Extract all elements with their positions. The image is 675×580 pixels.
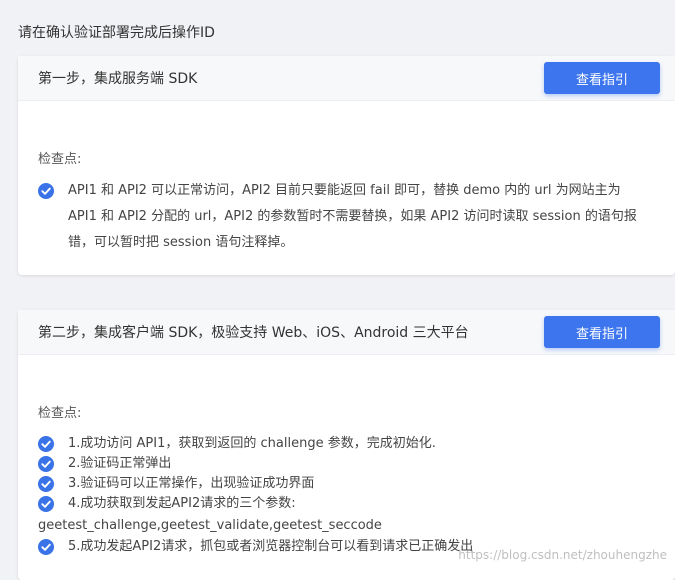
list-item: 1.成功访问 API1，获取到返回的 challenge 参数，完成初始化. [38, 434, 655, 454]
step-2-guide-button[interactable]: 查看指引 [544, 316, 660, 348]
step-2-check-label: 检查点: [38, 406, 82, 421]
list-item: 4.成功获取到发起API2请求的三个参数: geetest_challenge,… [38, 494, 655, 537]
check-item-text: 4.成功获取到发起API2请求的三个参数: geetest_challenge,… [38, 493, 382, 537]
check-item-text: 3.验证码可以正常操作，出现验证成功界面 [68, 476, 315, 491]
step-2-body: 检查点: 1.成功访问 API1，获取到返回的 challenge 参数，完成初… [18, 402, 675, 557]
step-1-card: 第一步，集成服务端 SDK 查看指引 检查点: API1 和 API2 可以正常… [18, 56, 675, 275]
check-item-text: 1.成功访问 API1，获取到返回的 challenge 参数，完成初始化. [68, 436, 436, 451]
check-circle-icon [38, 539, 54, 555]
step-1-header: 第一步，集成服务端 SDK 查看指引 [18, 56, 675, 101]
step-1-guide-button[interactable]: 查看指引 [544, 62, 660, 94]
check-circle-icon [38, 476, 54, 492]
step-1-check-label: 检查点: [38, 152, 82, 167]
check-circle-icon [38, 496, 54, 512]
check-circle-icon [38, 456, 54, 472]
check-item-text: 2.验证码正常弹出 [68, 456, 172, 471]
page-title: 请在确认验证部署完成后操作ID [18, 25, 215, 41]
list-item: 2.验证码正常弹出 [38, 454, 655, 474]
step-1-title: 第一步，集成服务端 SDK [38, 71, 198, 87]
watermark: https://blog.csdn.net/zhouhengzhe [458, 548, 667, 562]
check-item-line: 4.成功获取到发起API2请求的三个参数: [68, 496, 296, 511]
check-item-continuation: geetest_challenge,geetest_validate,geete… [38, 518, 382, 533]
step-2-card: 第二步，集成客户端 SDK，极验支持 Web、iOS、Android 三大平台 … [18, 310, 675, 580]
check-circle-icon [38, 436, 54, 452]
check-item-text: API1 和 API2 可以正常访问，API2 目前只要能返回 fail 即可，… [68, 183, 637, 250]
step-2-header: 第二步，集成客户端 SDK，极验支持 Web、iOS、Android 三大平台 … [18, 310, 675, 355]
list-item: 3.验证码可以正常操作，出现验证成功界面 [38, 474, 655, 494]
list-item: API1 和 API2 可以正常访问，API2 目前只要能返回 fail 即可，… [38, 181, 648, 256]
step-2-title: 第二步，集成客户端 SDK，极验支持 Web、iOS、Android 三大平台 [38, 325, 469, 341]
step-1-body: 检查点: API1 和 API2 可以正常访问，API2 目前只要能返回 fai… [18, 148, 675, 256]
check-item-text: 5.成功发起API2请求，抓包或者浏览器控制台可以看到请求已正确发出 [68, 539, 474, 554]
check-circle-icon [38, 183, 54, 199]
